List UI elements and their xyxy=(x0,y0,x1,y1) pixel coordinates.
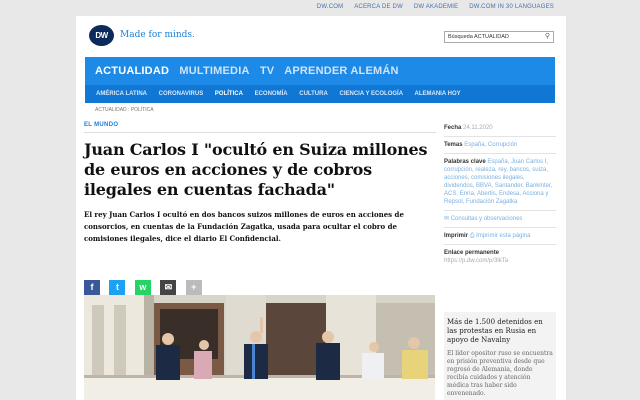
temas-links[interactable]: España, Corrupción xyxy=(464,142,517,148)
enlace-label: Enlace permanente xyxy=(444,250,500,256)
enlace-url[interactable]: https://p.dw.com/p/3lkTa xyxy=(444,257,556,265)
topbar-link-acerca[interactable]: ACERCA DE DW xyxy=(354,0,403,14)
palabras-links[interactable]: España, Juan Carlos I, corrupción, reale… xyxy=(444,159,552,205)
mail-icon: ✉ xyxy=(444,216,451,222)
meta-imprimir: Imprimir ⎙ Imprimir esta página xyxy=(444,228,556,245)
nav-tv[interactable]: TV xyxy=(260,65,274,77)
fecha-label: Fecha xyxy=(444,125,462,131)
topbar-link-dwcom[interactable]: DW.COM xyxy=(317,0,344,14)
dw-logo[interactable]: DW xyxy=(89,25,114,46)
topbar-link-languages[interactable]: DW.COM IN 30 LANGUAGES xyxy=(469,0,554,14)
related-story-text: El líder opositor ruso se encuentra en p… xyxy=(447,350,553,397)
top-links-bar: DW.COM ACERCA DE DW DW AKADEMIE DW.COM I… xyxy=(0,0,640,14)
nav-main: ACTUALIDAD MULTIMEDIA TV APRENDER ALEMÁN xyxy=(95,65,406,77)
imprimir-link[interactable]: Imprimir esta página xyxy=(476,233,530,239)
fecha-value: 24.11.2020 xyxy=(463,125,493,131)
subnav-ciencia[interactable]: CIENCIA Y ECOLOGÍA xyxy=(339,91,403,97)
article-lead: El rey Juan Carlos I ocultó en dos banco… xyxy=(84,210,404,243)
meta-palabras-clave: Palabras clave España, Juan Carlos I, co… xyxy=(444,154,556,211)
twitter-icon[interactable]: t xyxy=(109,280,126,295)
breadcrumb[interactable]: ACTUALIDAD : POLÍTICA xyxy=(95,107,154,113)
email-icon[interactable]: ✉ xyxy=(160,280,177,295)
main-navigation: ACTUALIDAD MULTIMEDIA TV APRENDER ALEMÁN… xyxy=(85,57,555,103)
tagline: Made for minds. xyxy=(120,30,195,40)
search-input[interactable]: Búsqueda ACTUALIDAD ⚲ xyxy=(444,31,554,43)
meta-temas: Temas España, Corrupción xyxy=(444,137,556,154)
nav-aprender-aleman[interactable]: APRENDER ALEMÁN xyxy=(284,65,398,77)
whatsapp-icon[interactable]: w xyxy=(134,280,151,295)
subnav-america-latina[interactable]: AMÉRICA LATINA xyxy=(96,91,147,97)
nav-actualidad[interactable]: ACTUALIDAD xyxy=(95,65,169,77)
article-kicker[interactable]: EL MUNDO xyxy=(84,122,436,133)
royal-balcony-image xyxy=(84,295,435,400)
article-photo xyxy=(84,295,435,400)
page-container: DW Made for minds. Búsqueda ACTUALIDAD ⚲… xyxy=(76,16,566,400)
article-meta-sidebar: Fecha 24.11.2020 Temas España, Corrupció… xyxy=(444,120,556,269)
article: EL MUNDO Juan Carlos I "ocultó en Suiza … xyxy=(84,122,436,295)
article-headline: Juan Carlos I "ocultó en Suiza millones … xyxy=(84,140,428,199)
site-header: DW Made for minds. Búsqueda ACTUALIDAD ⚲ xyxy=(76,16,566,56)
subnav-economia[interactable]: ECONOMÍA xyxy=(255,91,288,97)
meta-consultas: ✉ Consultas y observaciones xyxy=(444,211,556,228)
search-placeholder: Búsqueda ACTUALIDAD xyxy=(448,34,509,40)
nav-multimedia[interactable]: MULTIMEDIA xyxy=(179,65,249,77)
meta-enlace: Enlace permanente https://p.dw.com/p/3lk… xyxy=(444,245,556,269)
subnav-alemania-hoy[interactable]: ALEMANIA HOY xyxy=(415,91,461,97)
palabras-label: Palabras clave xyxy=(444,159,486,165)
share-bar: f t w ✉ + xyxy=(84,277,207,295)
subnav-politica[interactable]: POLÍTICA xyxy=(215,91,243,97)
topbar-link-akademie[interactable]: DW AKADEMIE xyxy=(414,0,459,14)
facebook-icon[interactable]: f xyxy=(84,280,100,295)
meta-fecha: Fecha 24.11.2020 xyxy=(444,120,556,137)
nav-sub: AMÉRICA LATINA CORONAVIRUS POLÍTICA ECON… xyxy=(85,85,555,103)
more-share-icon[interactable]: + xyxy=(185,280,202,295)
search-icon[interactable]: ⚲ xyxy=(545,32,550,42)
consultas-link[interactable]: Consultas y observaciones xyxy=(451,216,523,222)
subnav-coronavirus[interactable]: CORONAVIRUS xyxy=(159,91,204,97)
imprimir-label: Imprimir xyxy=(444,233,469,239)
subnav-cultura[interactable]: CULTURA xyxy=(299,91,328,97)
related-story-title[interactable]: Más de 1.500 detenidos en las protestas … xyxy=(447,318,553,345)
related-story-box[interactable]: Más de 1.500 detenidos en las protestas … xyxy=(444,312,556,400)
temas-label: Temas xyxy=(444,142,463,148)
